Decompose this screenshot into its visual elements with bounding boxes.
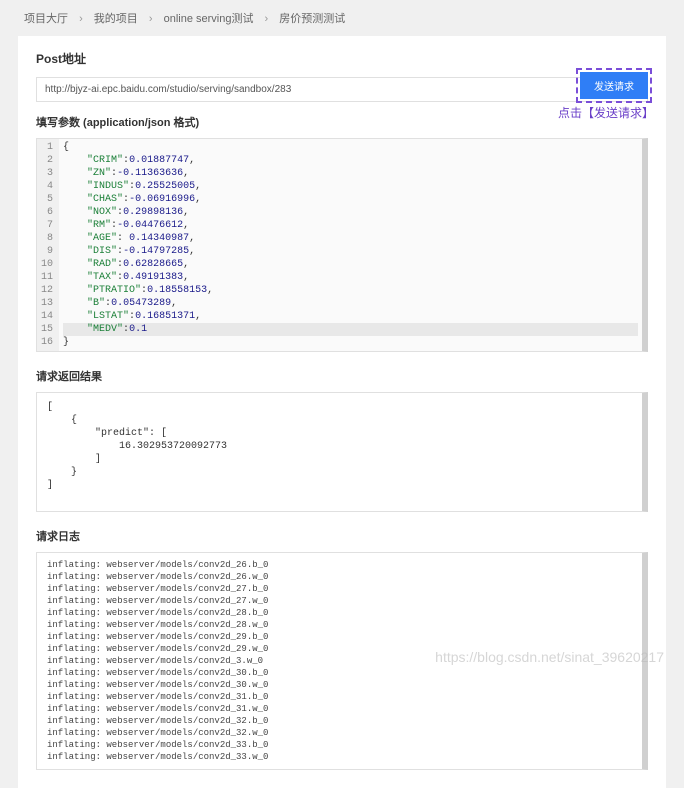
post-title: Post地址 bbox=[36, 50, 648, 67]
breadcrumb: 项目大厅 › 我的项目 › online serving测试 › 房价预测测试 bbox=[0, 0, 684, 36]
logs-title: 请求日志 bbox=[36, 528, 648, 544]
url-input[interactable] bbox=[36, 77, 648, 102]
result-title: 请求返回结果 bbox=[36, 368, 648, 384]
breadcrumb-item[interactable]: 我的项目 bbox=[94, 13, 138, 25]
chevron-right-icon: › bbox=[79, 13, 83, 25]
json-editor[interactable]: 12345678910111213141516 { "CRIM":0.01887… bbox=[36, 138, 648, 352]
result-box: [ { "predict": [ 16.302953720092773 ] } … bbox=[36, 392, 648, 512]
annotation-text: 点击【发送请求】 bbox=[558, 104, 654, 121]
params-title: 填写参数 (application/json 格式) bbox=[36, 114, 648, 130]
breadcrumb-item: 房价预测测试 bbox=[279, 13, 345, 25]
breadcrumb-item[interactable]: online serving测试 bbox=[164, 13, 254, 25]
chevron-right-icon: › bbox=[265, 13, 269, 25]
chevron-right-icon: › bbox=[149, 13, 153, 25]
breadcrumb-item[interactable]: 项目大厅 bbox=[24, 13, 68, 25]
log-box[interactable]: inflating: webserver/models/conv2d_26.b_… bbox=[36, 552, 648, 770]
post-card: Post地址 发送请求 点击【发送请求】 填写参数 (application/j… bbox=[18, 36, 666, 788]
